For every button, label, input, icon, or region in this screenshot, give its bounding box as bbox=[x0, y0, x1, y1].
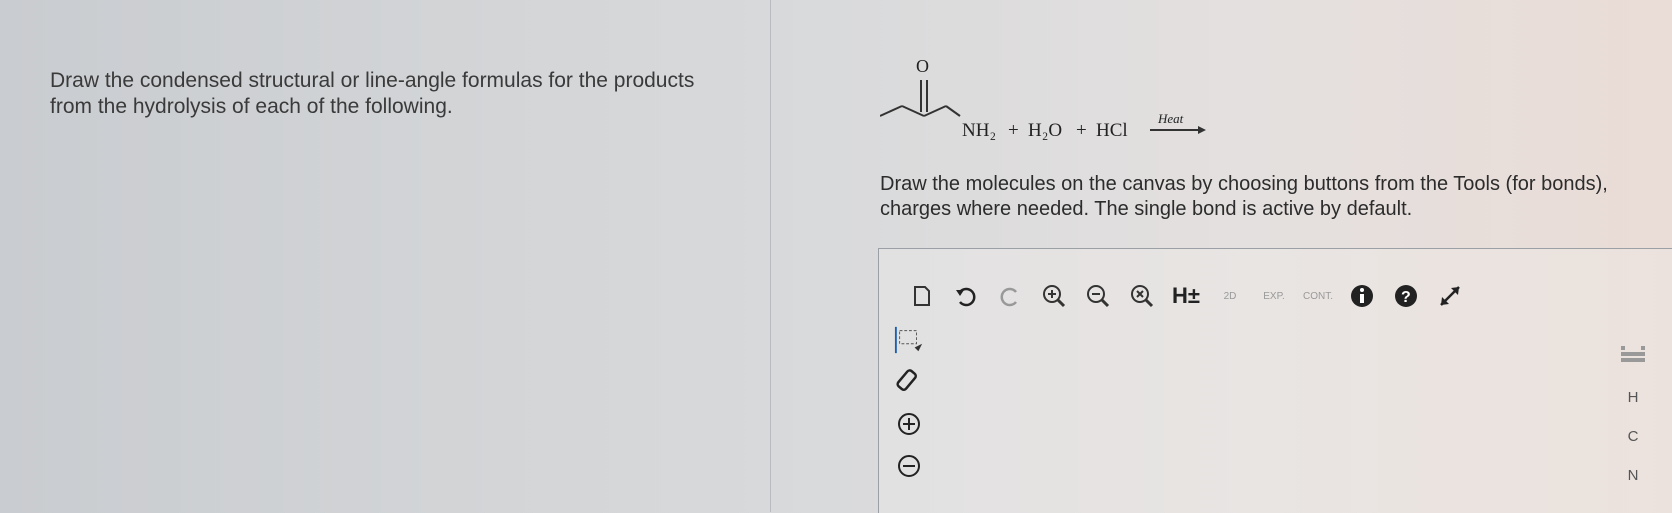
atom-palette: H C N bbox=[1613, 345, 1653, 484]
positive-charge-icon[interactable] bbox=[894, 409, 924, 439]
atom-n-button[interactable]: N bbox=[1628, 467, 1639, 484]
water-label: H₂O bbox=[1028, 120, 1062, 141]
plus-sign: + bbox=[1008, 120, 1019, 141]
redo-icon[interactable] bbox=[995, 281, 1025, 311]
hydrogen-toggle-button[interactable]: H± bbox=[1171, 281, 1201, 311]
plus-sign: + bbox=[1076, 120, 1087, 141]
new-document-icon[interactable] bbox=[907, 281, 937, 311]
periodic-table-icon[interactable] bbox=[1620, 345, 1646, 367]
drawing-canvas[interactable]: H± 2D EXP. CONT. ? H C N bbox=[878, 248, 1672, 513]
2d-view-button[interactable]: 2D bbox=[1215, 281, 1245, 311]
svg-text:?: ? bbox=[1401, 289, 1411, 306]
question-panel: Draw the condensed structural or line-an… bbox=[0, 0, 771, 512]
editor-toolbar: H± 2D EXP. CONT. ? bbox=[907, 279, 1465, 313]
atom-c-button[interactable]: C bbox=[1628, 428, 1639, 445]
side-toolbar bbox=[889, 325, 929, 481]
reaction-arrow-head bbox=[1198, 126, 1206, 134]
hydrogen-toggle-label: H± bbox=[1172, 283, 1200, 308]
bond-line bbox=[945, 105, 961, 117]
negative-charge-icon[interactable] bbox=[894, 451, 924, 481]
fullscreen-icon[interactable] bbox=[1435, 281, 1465, 311]
zoom-reset-icon[interactable] bbox=[1127, 281, 1157, 311]
carbonyl-oxygen-label: O bbox=[916, 56, 929, 76]
bond-line bbox=[879, 105, 903, 117]
atom-h-button[interactable]: H bbox=[1628, 389, 1639, 406]
help-icon[interactable]: ? bbox=[1391, 281, 1421, 311]
zoom-in-icon[interactable] bbox=[1039, 281, 1069, 311]
reaction-scheme: O NH₂ + H₂O + HCl Heat bbox=[879, 48, 1250, 158]
acid-label: HCl bbox=[1096, 120, 1128, 141]
contract-label: CONT. bbox=[1303, 290, 1333, 302]
info-icon[interactable] bbox=[1347, 281, 1377, 311]
select-tool-icon[interactable] bbox=[894, 325, 924, 355]
instructions-text: Draw the molecules on the canvas by choo… bbox=[880, 173, 1608, 220]
2d-view-label: 2D bbox=[1223, 290, 1237, 302]
amide-group-label: NH₂ bbox=[962, 120, 996, 141]
zoom-out-icon[interactable] bbox=[1083, 281, 1113, 311]
expand-label: EXP. bbox=[1263, 290, 1285, 302]
question-text: Draw the condensed structural or line-an… bbox=[50, 69, 695, 118]
expand-button[interactable]: EXP. bbox=[1259, 281, 1289, 311]
condition-label: Heat bbox=[1157, 111, 1184, 126]
contract-button[interactable]: CONT. bbox=[1303, 281, 1333, 311]
eraser-icon[interactable] bbox=[894, 367, 924, 397]
undo-icon[interactable] bbox=[951, 281, 981, 311]
